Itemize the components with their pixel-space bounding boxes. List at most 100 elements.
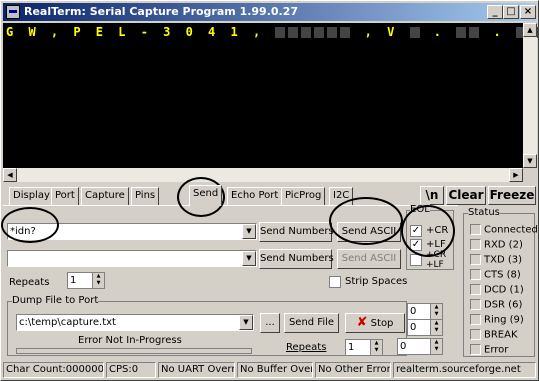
eol-label: EOL [410, 204, 430, 215]
freeze-button[interactable]: Freeze [488, 186, 536, 205]
tab-pins[interactable]: Pins [131, 187, 160, 205]
delay-b-value: 0 [410, 322, 417, 333]
stop-label: Stop [370, 318, 394, 329]
scroll-right-icon[interactable]: ▶ [509, 168, 523, 182]
spinner-arrows-icon[interactable]: ▲ ▼ [92, 273, 104, 288]
dropdown-arrow-icon[interactable]: ▼ [239, 315, 253, 330]
eol2-cr-checkbox[interactable] [410, 254, 422, 266]
tab-display[interactable]: Display [9, 187, 54, 205]
vertical-scrollbar[interactable]: ▲ ▼ [523, 23, 537, 168]
repeats2-spinner[interactable]: 1 ▲ ▼ [345, 339, 383, 356]
delay-a-value: 0 [410, 306, 417, 317]
terminal-text-dot2: . [493, 25, 505, 39]
minimize-button[interactable]: _ [487, 5, 503, 19]
eol1-cr-label: +CR [426, 225, 449, 236]
status-break: BREAK [470, 329, 518, 341]
main-window: RealTerm: Serial Capture Program 1.99.0.… [0, 0, 539, 381]
scroll-down-icon[interactable]: ▼ [523, 154, 537, 168]
eol1-lf-checkbox[interactable]: ✓ [410, 239, 422, 251]
newline-button[interactable]: \n [420, 186, 444, 205]
spinner-arrows-icon[interactable]: ▲ ▼ [430, 339, 442, 354]
strip-spaces-label: Strip Spaces [345, 276, 408, 287]
clear-button[interactable]: Clear [446, 186, 486, 205]
eol1-lf-label: +LF [426, 239, 446, 250]
repeats-label: Repeats [9, 277, 50, 288]
tab-picprog[interactable]: PicProg [281, 187, 326, 205]
dropdown-arrow-icon[interactable]: ▼ [242, 251, 256, 266]
spinner-arrows-icon[interactable]: ▲ ▼ [430, 304, 442, 319]
send-numbers-button-2[interactable]: Send Numbers [259, 249, 334, 269]
repeats3-spinner[interactable]: 0 ▲ ▼ [397, 338, 443, 355]
led-icon [470, 314, 481, 325]
status-error: Error [470, 344, 508, 356]
led-icon [470, 284, 481, 295]
led-icon [470, 239, 481, 250]
window-title: RealTerm: Serial Capture Program 1.99.0.… [24, 5, 299, 18]
led-icon [470, 224, 481, 235]
repeats2-label: Repeats [286, 342, 327, 353]
led-icon [470, 344, 481, 355]
send-panel: *idn? ▼ Send Numbers Send ASCII ▼ Send N… [3, 204, 458, 358]
delay-spinner-b[interactable]: 0 ▲ ▼ [407, 319, 443, 336]
browse-button[interactable]: ... [260, 313, 280, 333]
send-input-2[interactable]: ▼ [7, 250, 257, 267]
eol2-lf-label: +LF [426, 260, 444, 270]
eol-group: EOL ✓ +CR ✓ +LF +CR +LF [406, 204, 454, 270]
tab-port[interactable]: Port [51, 187, 79, 205]
status-txd: TXD (3) [470, 254, 522, 266]
tab-echo-port[interactable]: Echo Port [227, 187, 283, 205]
status-rxd: RXD (2) [470, 239, 523, 251]
dump-progress-bar [16, 348, 252, 354]
dump-error-text: Error Not In-Progress [78, 335, 182, 346]
file-path-value: c:\temp\capture.txt [19, 317, 116, 328]
stop-x-icon: ✘ [356, 315, 368, 330]
status-dcd: DCD (1) [470, 284, 524, 296]
status-ring: Ring (9) [470, 314, 524, 326]
status-bar: Char Count:0000000 CPS:0 No UART Overr N… [3, 362, 536, 378]
terminal-text-start: G W , P E L - 3 0 4 1 , [6, 25, 265, 39]
tab-capture[interactable]: Capture [81, 187, 129, 205]
send-file-button[interactable]: Send File [284, 313, 339, 333]
terminal-text-dot: . [433, 25, 446, 39]
eol2-cr-label: +CR [426, 250, 447, 260]
spinner-arrows-icon[interactable]: ▲ ▼ [370, 340, 382, 355]
stop-button[interactable]: ✘ Stop [345, 313, 405, 333]
scroll-left-icon[interactable]: ◀ [3, 168, 17, 182]
eol1-cr-checkbox[interactable]: ✓ [410, 225, 422, 237]
status-group: Status Connected RXD (2) TXD (3) CTS (8)… [463, 207, 538, 357]
website-link[interactable]: realterm.sourceforge.net [393, 362, 536, 378]
scroll-up-icon[interactable]: ▲ [523, 23, 537, 37]
horizontal-scrollbar[interactable]: ◀ ▶ [3, 168, 523, 182]
send-numbers-button-1[interactable]: Send Numbers [259, 222, 334, 242]
terminal-text-mid: , V [364, 25, 399, 39]
status-connected: Connected [470, 224, 538, 236]
send-ascii-button-1[interactable]: Send ASCII [337, 222, 401, 242]
delay-spinner-a[interactable]: 0 ▲ ▼ [407, 303, 443, 320]
send-ascii-button-2[interactable]: Send ASCII [337, 249, 401, 269]
uart-overrun: No UART Overr [158, 362, 235, 378]
strip-spaces-checkbox[interactable] [329, 276, 341, 288]
dump-file-group: Dump File to Port c:\temp\capture.txt ▼ … [7, 295, 407, 356]
maximize-button[interactable]: □ [503, 5, 519, 19]
buffer-overflow: No Buffer Overfl [237, 362, 313, 378]
file-path-input[interactable]: c:\temp\capture.txt ▼ [16, 314, 254, 331]
cps: CPS:0 [106, 362, 156, 378]
led-icon [470, 299, 481, 310]
dropdown-arrow-icon[interactable]: ▼ [242, 224, 256, 239]
led-icon [470, 254, 481, 265]
close-button[interactable]: × [520, 5, 536, 19]
repeats3-value: 0 [400, 341, 407, 352]
status-cts: CTS (8) [470, 269, 521, 281]
send-input-1[interactable]: *idn? ▼ [7, 223, 257, 240]
char-count: Char Count:0000000 [3, 362, 104, 378]
status-dsr: DSR (6) [470, 299, 522, 311]
led-icon [470, 269, 481, 280]
app-icon [6, 5, 20, 19]
tab-i2c[interactable]: I2C [329, 187, 354, 205]
spinner-arrows-icon[interactable]: ▲ ▼ [430, 320, 442, 335]
repeats-spinner[interactable]: 1 ▲ ▼ [67, 272, 105, 289]
tab-send[interactable]: Send [189, 185, 223, 206]
other-errors: No Other Errors [315, 362, 391, 378]
status-title: Status [468, 207, 500, 218]
terminal-display[interactable]: G W , P E L - 3 0 4 1 , , V . . [3, 23, 539, 168]
